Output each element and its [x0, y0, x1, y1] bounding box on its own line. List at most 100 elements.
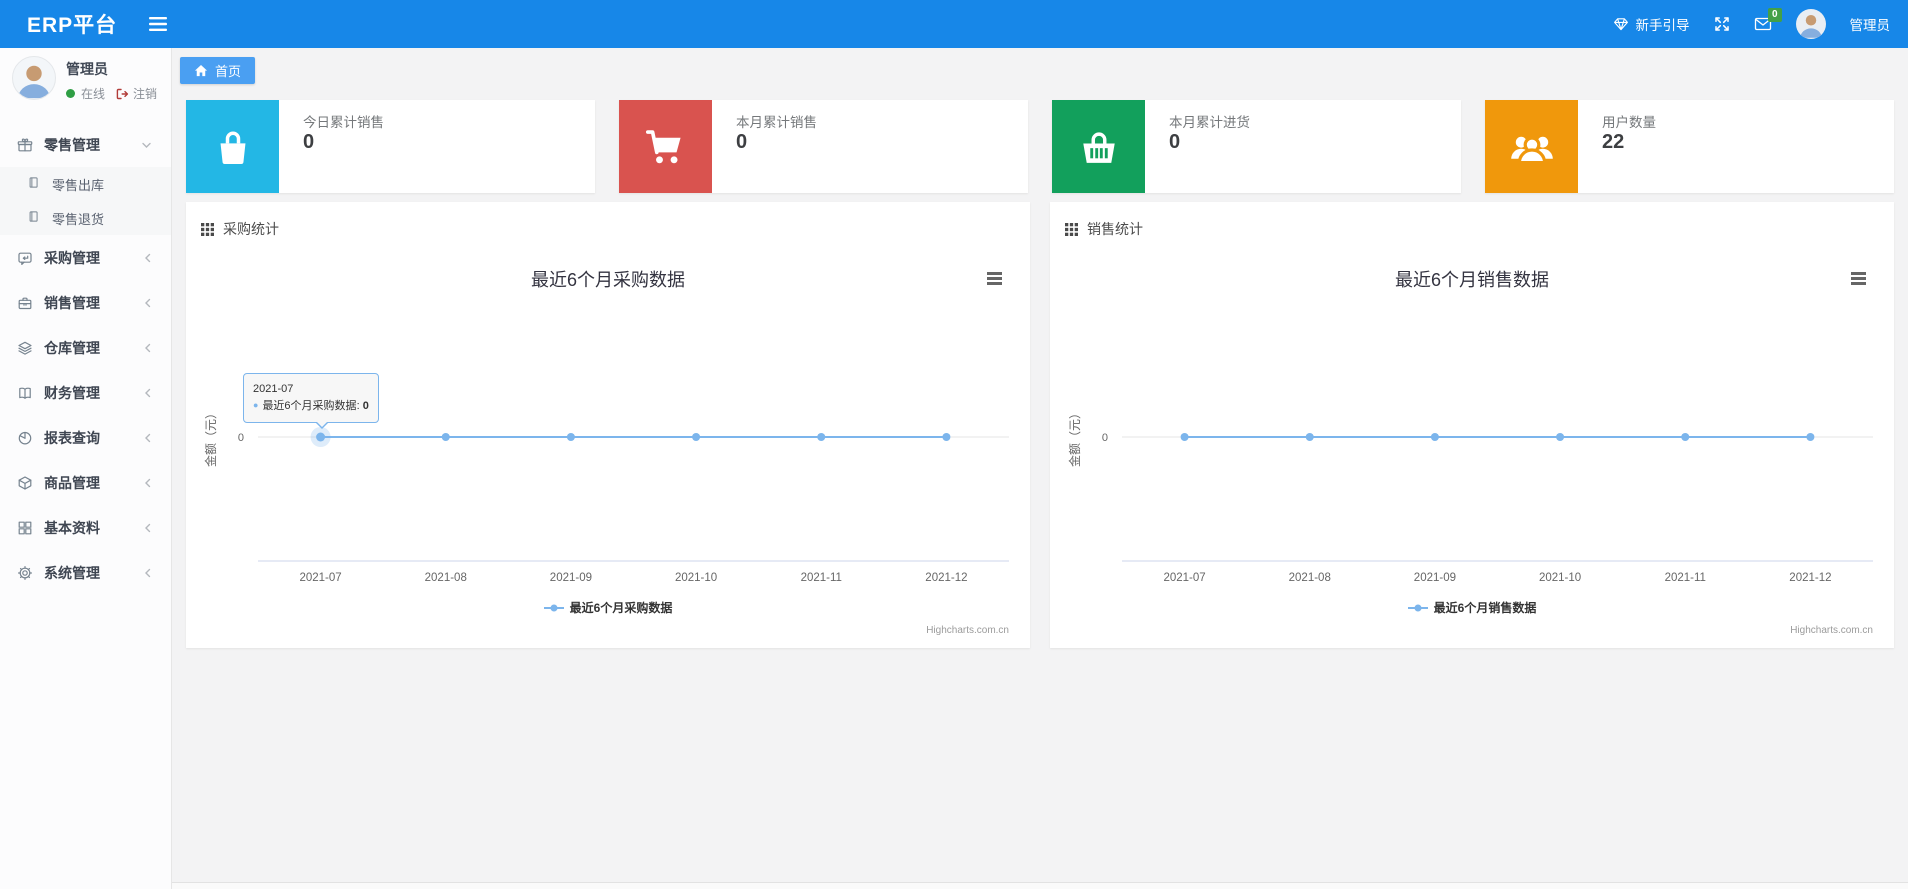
- navbar-right-group: 新手引导 0 管理员: [1613, 8, 1891, 39]
- data-point[interactable]: [1305, 433, 1314, 441]
- sidebar-user-status: 在线 注销: [66, 85, 157, 102]
- stat-value: 22: [1602, 131, 1625, 153]
- legend-line-marker-icon: [543, 604, 564, 611]
- sidebar-item-sales[interactable]: 销售管理: [0, 280, 171, 325]
- messages-button[interactable]: 0: [1754, 8, 1782, 31]
- x-axis-label: 2021-12: [925, 572, 967, 584]
- x-axis-label: 2021-08: [425, 572, 467, 584]
- stat-label: 用户数量: [1602, 115, 1656, 130]
- stat-value: 0: [736, 131, 748, 153]
- data-point[interactable]: [692, 433, 701, 441]
- sidebar-item-label: 商品管理: [44, 474, 100, 491]
- gem-icon: [1613, 16, 1629, 32]
- tab-home-label: 首页: [215, 64, 242, 79]
- stat-card-user-count[interactable]: 用户数量 22: [1485, 100, 1894, 193]
- highcharts-credit[interactable]: Highcharts.com.cn: [1790, 625, 1873, 636]
- chevron-left-icon: [144, 477, 152, 488]
- navbar-username[interactable]: 管理员: [1850, 14, 1891, 34]
- tooltip-header: 2021-07: [253, 383, 294, 395]
- sidebar-item-retail[interactable]: 零售管理: [0, 122, 171, 167]
- grid-icon: [17, 520, 33, 536]
- sidebar-item-retail-returns[interactable]: 零售退货: [0, 201, 171, 235]
- data-point[interactable]: [817, 433, 826, 441]
- legend-item[interactable]: 最近6个月采购数据: [186, 599, 1030, 616]
- gift-icon: [17, 137, 33, 153]
- sidebar-item-label: 零售管理: [44, 136, 100, 153]
- chart-context-menu-button[interactable]: [1851, 270, 1866, 287]
- panel-header: 销售统计: [1065, 219, 1143, 239]
- logout-icon: [115, 87, 129, 101]
- sidebar-item-purchase[interactable]: 采购管理: [0, 235, 171, 280]
- x-axis-label: 2021-11: [801, 572, 842, 584]
- sidebar-item-basic-data[interactable]: 基本资料: [0, 505, 171, 550]
- x-axis-label: 2021-11: [1665, 572, 1706, 584]
- chevron-left-icon: [144, 342, 152, 353]
- stat-card-month-sales[interactable]: 本月累计销售 0: [619, 100, 1028, 193]
- x-axis-label: 2021-07: [299, 572, 341, 584]
- legend-label: 最近6个月销售数据: [1433, 601, 1537, 615]
- online-status-dot: [66, 89, 75, 98]
- x-axis-label: 2021-08: [1289, 572, 1331, 584]
- stat-value: 0: [303, 131, 315, 153]
- menu-toggle-icon[interactable]: [149, 17, 168, 31]
- chart-context-menu-button[interactable]: [987, 270, 1002, 287]
- sidebar-item-label: 财务管理: [44, 384, 100, 401]
- legend-line-marker-icon: [1407, 604, 1428, 611]
- stat-label: 本月累计进货: [1169, 115, 1250, 130]
- data-point[interactable]: [1806, 433, 1815, 441]
- sidebar-item-label: 报表查询: [44, 429, 100, 446]
- sidebar-user-panel: 管理员 在线 注销: [0, 48, 171, 122]
- data-point[interactable]: [1430, 433, 1439, 441]
- beginner-guide-button[interactable]: 新手引导: [1613, 14, 1690, 34]
- shopping-cart-icon: [619, 100, 712, 193]
- logout-link[interactable]: 注销: [133, 85, 157, 102]
- basket-icon: [1052, 100, 1145, 193]
- sidebar-menu: 零售管理零售出库零售退货采购管理销售管理仓库管理财务管理报表查询商品管理基本资料…: [0, 122, 171, 595]
- sidebar-avatar: [12, 56, 56, 100]
- sidebar-item-retail-outbound[interactable]: 零售出库: [0, 167, 171, 201]
- app-logo: ERP平台: [27, 14, 118, 37]
- tab-home[interactable]: 首页: [180, 57, 256, 84]
- x-axis-label: 2021-09: [550, 572, 592, 584]
- stat-card-month-purchase[interactable]: 本月累计进货 0: [1052, 100, 1461, 193]
- stats-row: 今日累计销售 0 本月累计销售 0 本月累计进货 0 用户数量 22: [186, 100, 1894, 193]
- grid-dots-icon: [201, 222, 214, 236]
- tooltip-value: 0: [362, 400, 369, 413]
- chevron-left-icon: [144, 387, 152, 398]
- sidebar-item-label: 销售管理: [44, 294, 100, 311]
- chevron-left-icon: [144, 432, 152, 443]
- legend-label: 最近6个月采购数据: [569, 601, 673, 615]
- legend-item[interactable]: 最近6个月销售数据: [1050, 599, 1894, 616]
- sidebar-item-warehouse[interactable]: 仓库管理: [0, 325, 171, 370]
- sidebar-item-goods[interactable]: 商品管理: [0, 460, 171, 505]
- home-icon: [194, 64, 208, 77]
- sidebar-item-finance[interactable]: 财务管理: [0, 370, 171, 415]
- pie-chart-icon: [17, 430, 33, 446]
- users-icon: [1485, 100, 1578, 193]
- data-point[interactable]: [566, 433, 575, 441]
- sidebar-item-reports[interactable]: 报表查询: [0, 415, 171, 460]
- highcharts-credit[interactable]: Highcharts.com.cn: [926, 625, 1009, 636]
- shopping-bag-icon: [186, 100, 279, 193]
- y-axis-title: 金额（元）: [1067, 407, 1082, 467]
- book-icon: [27, 210, 43, 226]
- sidebar-item-label: 零售出库: [52, 177, 105, 193]
- data-point[interactable]: [1681, 433, 1690, 441]
- data-point[interactable]: [441, 433, 450, 441]
- panel-header: 采购统计: [201, 219, 279, 239]
- chevron-left-icon: [144, 297, 152, 308]
- sidebar-item-system[interactable]: 系统管理: [0, 550, 171, 595]
- user-avatar[interactable]: [1795, 9, 1826, 39]
- data-point[interactable]: [1556, 433, 1565, 441]
- x-axis-label: 2021-10: [675, 572, 717, 584]
- messages-badge: 0: [1767, 8, 1782, 22]
- comment-icon: [17, 250, 33, 266]
- sales-stats-panel: 销售统计 最近6个月销售数据 金额（元） 0 2021-07 2021-08 2021-…: [1050, 202, 1894, 648]
- data-point[interactable]: [942, 433, 951, 441]
- sidebar-item-label: 采购管理: [44, 249, 100, 266]
- data-point[interactable]: [316, 432, 326, 442]
- stat-card-today-sales[interactable]: 今日累计销售 0: [186, 100, 595, 193]
- gear-icon: [17, 565, 33, 581]
- data-point[interactable]: [1180, 433, 1189, 441]
- fullscreen-button[interactable]: [1714, 16, 1730, 32]
